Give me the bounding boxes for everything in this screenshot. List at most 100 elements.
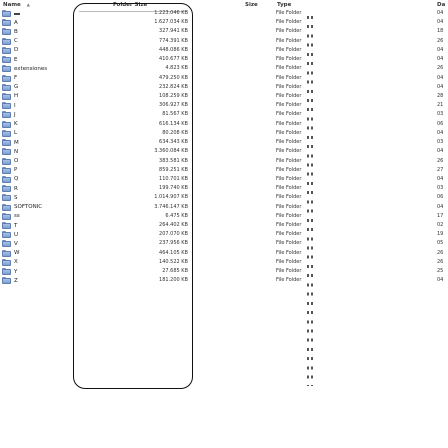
column-header-type[interactable]: Type <box>277 2 291 8</box>
folder-row[interactable]: R 199.740 KB File Folder 03 <box>0 184 448 193</box>
date-value: 17 <box>437 212 444 219</box>
folder-row[interactable]: C 774.391 KB File Folder 26 <box>0 37 448 46</box>
folder-size-value: 464.105 KB <box>159 249 188 256</box>
folder-icon <box>2 102 11 110</box>
folder-row[interactable]: W 464.105 KB File Folder 26 <box>0 249 448 258</box>
folder-row[interactable]: K 616.134 KB File Folder 06 <box>0 120 448 129</box>
folder-row[interactable]: P 859.251 KB File Folder 27 <box>0 166 448 175</box>
date-value: 04 <box>437 56 444 63</box>
folder-row[interactable]: extensiones 4.823 KB File Folder 26 <box>0 64 448 73</box>
date-value: 06 <box>437 194 444 201</box>
folder-size-value: 634.343 KB <box>159 139 188 146</box>
name-cell: X <box>2 258 18 267</box>
folder-size-value: 232.824 KB <box>159 83 188 90</box>
folder-row[interactable]: V 237.956 KB File Folder 05 <box>0 239 448 248</box>
folder-row[interactable]: E 410.677 KB File Folder 04 <box>0 55 448 64</box>
folder-row[interactable]: L 80.208 KB File Folder 04 <box>0 129 448 138</box>
folder-size-value: 110.701 KB <box>159 175 188 182</box>
name-cell: P <box>2 166 17 175</box>
date-value: 26 <box>437 65 444 72</box>
name-cell: M <box>2 138 19 147</box>
folder-row[interactable]: F 479.250 KB File Folder 04 <box>0 74 448 83</box>
type-value: File Folder <box>276 10 302 16</box>
folder-row[interactable]: N 3.360.084 KB File Folder 04 <box>0 147 448 156</box>
date-value: 04 <box>437 203 444 210</box>
folder-name: A <box>14 19 18 26</box>
folder-row[interactable]: X 140.522 KB File Folder 26 <box>0 258 448 267</box>
folder-row[interactable]: O 383.581 KB File Folder 26 <box>0 157 448 166</box>
column-header-name[interactable]: Name ▲ <box>3 2 30 8</box>
folder-row[interactable]: A 1.627.034 KB File Folder 04 <box>0 18 448 27</box>
folder-row[interactable]: Y 27.685 KB File Folder 25 <box>0 267 448 276</box>
date-value: 03 <box>437 139 444 146</box>
name-cell: ss <box>2 212 20 221</box>
folder-name: F <box>14 75 18 82</box>
folder-name: V <box>14 240 18 247</box>
folder-row[interactable]: G 232.824 KB File Folder 04 <box>0 83 448 92</box>
folder-row[interactable]: U 207.070 KB File Folder 19 <box>0 230 448 239</box>
folder-row[interactable]: I 306.927 KB File Folder 21 <box>0 101 448 110</box>
folder-name: X <box>14 259 18 266</box>
folder-row[interactable]: T 264.402 KB File Folder 02 <box>0 221 448 230</box>
folder-row[interactable]: Q 110.701 KB File Folder 04 <box>0 175 448 184</box>
folder-size-value: 3.360.084 KB <box>154 148 188 155</box>
date-value: 04 <box>437 46 444 53</box>
type-value: File Folder <box>276 249 302 256</box>
folder-size-value: 410.677 KB <box>159 56 188 63</box>
folder-row[interactable]: Z 181.200 KB File Folder 04 <box>0 276 448 285</box>
folder-size-value: 237.956 KB <box>159 240 188 247</box>
folder-size-value: 774.391 KB <box>159 37 188 44</box>
name-cell: Q <box>2 175 18 184</box>
name-cell: A <box>2 18 18 27</box>
date-value: 04 <box>437 175 444 182</box>
date-value: 04 <box>437 74 444 81</box>
folder-icon <box>2 19 11 27</box>
folder-size-value: 1.014.907 KB <box>154 194 188 201</box>
folder-row[interactable]: SOFTONIC 3.746.147 KB File Folder 04 <box>0 203 448 212</box>
folder-size-value: 181.200 KB <box>159 277 188 284</box>
folder-size-value: 80.208 KB <box>162 129 188 136</box>
rename-input[interactable] <box>14 12 20 15</box>
folder-icon <box>2 166 11 174</box>
type-value: File Folder <box>276 83 302 90</box>
folder-size-value: 27.685 KB <box>162 268 188 275</box>
name-cell: N <box>2 147 18 156</box>
folder-row[interactable]: S 1.014.907 KB File Folder 06 <box>0 193 448 202</box>
folder-icon <box>2 56 11 64</box>
folder-size-value: 859.251 KB <box>159 166 188 173</box>
folder-name: ss <box>14 213 20 220</box>
name-cell: D <box>2 46 18 55</box>
date-value: 19 <box>437 231 444 238</box>
folder-icon <box>2 231 11 239</box>
column-header-bar: Name ▲ Folder Size Size Type Da <box>0 0 448 9</box>
date-value: 04 <box>437 148 444 155</box>
folder-icon <box>2 222 11 230</box>
folder-row[interactable]: ss 6.475 KB File Folder 17 <box>0 212 448 221</box>
column-header-size[interactable]: Size <box>245 2 258 8</box>
type-value: File Folder <box>276 157 302 164</box>
folder-row[interactable]: J 81.567 KB File Folder 03 <box>0 110 448 119</box>
date-value: 26 <box>437 258 444 265</box>
folder-size-value: 140.522 KB <box>159 258 188 265</box>
type-value: File Folder <box>276 74 302 81</box>
type-value: File Folder <box>276 240 302 247</box>
folder-row[interactable]: 1.223.046 KB File Folder 04 <box>0 9 448 18</box>
name-cell: R <box>2 184 18 193</box>
name-cell: B <box>2 27 18 36</box>
folder-row[interactable]: M 634.343 KB File Folder 03 <box>0 138 448 147</box>
type-value: File Folder <box>276 65 302 72</box>
type-value: File Folder <box>276 139 302 146</box>
folder-row[interactable]: B 327.941 KB File Folder 18 <box>0 27 448 36</box>
folder-row[interactable]: H 108.259 KB File Folder 28 <box>0 92 448 101</box>
folder-size-value: 1.627.034 KB <box>154 19 188 26</box>
folder-icon <box>2 277 11 285</box>
date-value: 18 <box>437 28 444 35</box>
column-header-date[interactable]: Da <box>437 2 445 8</box>
folder-name: N <box>14 148 19 155</box>
type-value: File Folder <box>276 102 302 109</box>
folder-row[interactable]: D 448.086 KB File Folder 04 <box>0 46 448 55</box>
name-cell: E <box>2 55 17 64</box>
name-cell: F <box>2 74 17 83</box>
folder-size-value: 3.746.147 KB <box>154 203 188 210</box>
type-value: File Folder <box>276 175 302 182</box>
